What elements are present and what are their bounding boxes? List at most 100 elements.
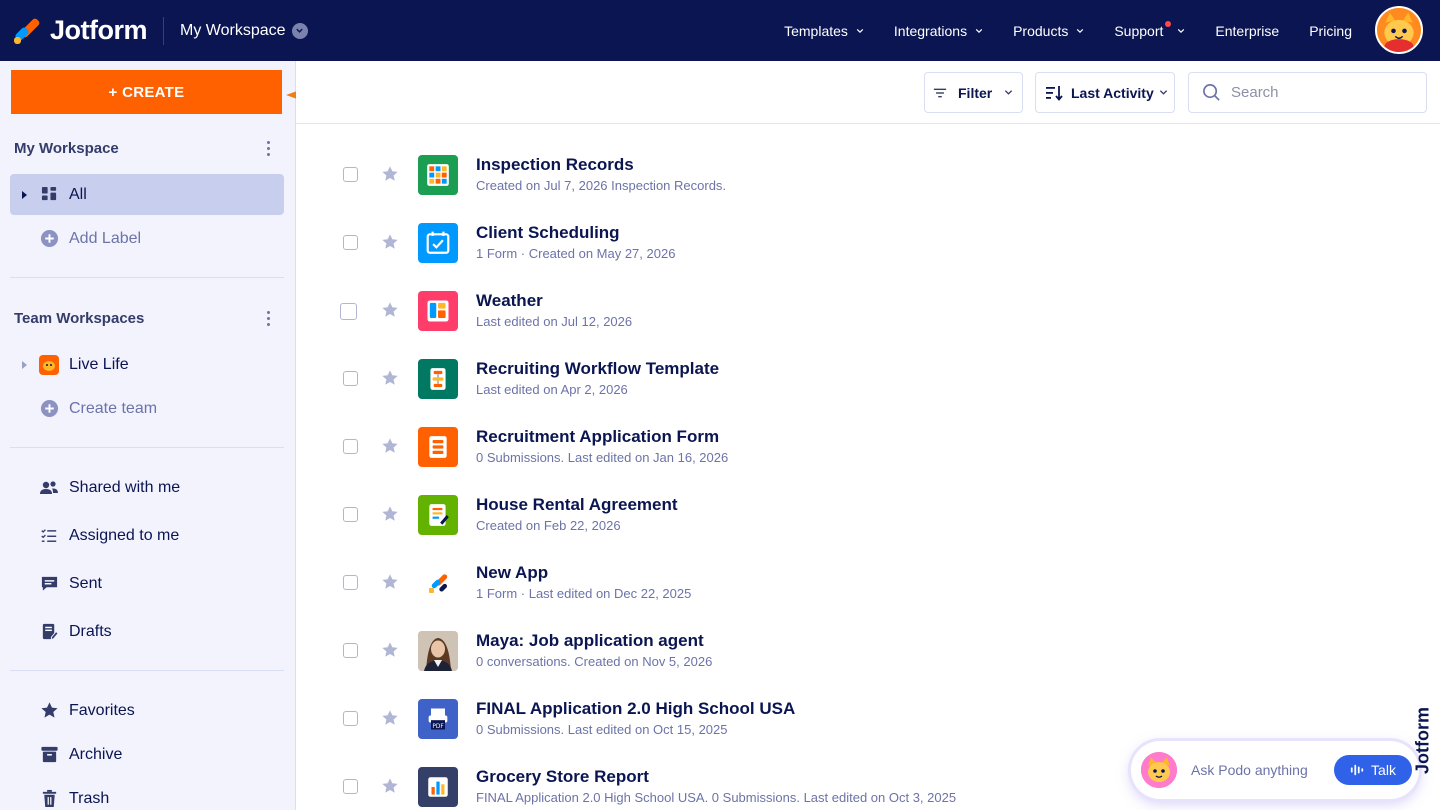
sidebar-item-sent[interactable]: Sent: [10, 563, 284, 604]
item-subtitle: 0 Submissions. Last edited on Oct 15, 20…: [476, 722, 728, 737]
sidebar-item-team-live-life[interactable]: Live Life: [10, 344, 284, 385]
sidebar-item-archive[interactable]: Archive: [10, 734, 284, 775]
list-item[interactable]: Recruitment Application Form 0 Submissio…: [296, 414, 1440, 482]
sidebar-item-all[interactable]: All: [10, 174, 284, 215]
item-title[interactable]: New App: [476, 563, 548, 583]
select-checkbox[interactable]: [343, 643, 358, 658]
caret-right-icon[interactable]: [22, 190, 27, 199]
nav-links: Templates Integrations Products Support …: [754, 0, 1352, 61]
team-workspaces-heading: Team Workspaces: [14, 310, 145, 327]
item-title[interactable]: Maya: Job application agent: [476, 631, 704, 651]
list-item[interactable]: Maya: Job application agent 0 conversati…: [296, 618, 1440, 686]
agent-avatar-icon: [418, 631, 458, 671]
sidebar-item-shared-with-me[interactable]: Shared with me: [10, 467, 284, 508]
talk-button[interactable]: Talk: [1334, 755, 1412, 785]
sidebar-item-drafts[interactable]: Drafts: [10, 611, 284, 652]
app-icon: [418, 291, 458, 331]
podo-prompt[interactable]: Ask Podo anything: [1191, 762, 1308, 778]
team-avatar-icon: [39, 354, 59, 375]
star-icon[interactable]: [381, 641, 399, 659]
filter-button[interactable]: Filter: [924, 72, 1023, 113]
user-avatar[interactable]: [1375, 6, 1423, 54]
item-title[interactable]: Recruitment Application Form: [476, 427, 719, 447]
chevron-down-icon: [1077, 28, 1084, 33]
select-checkbox[interactable]: [343, 167, 358, 182]
item-title[interactable]: Client Scheduling: [476, 223, 620, 243]
item-title[interactable]: Inspection Records: [476, 155, 634, 175]
list-item[interactable]: Weather Last edited on Jul 12, 2026: [296, 278, 1440, 346]
nav-products[interactable]: Products: [1013, 23, 1084, 39]
item-subtitle: 1 Form · Last edited on Dec 22, 2025: [476, 586, 692, 601]
talk-label: Talk: [1371, 762, 1396, 778]
star-icon[interactable]: [381, 709, 399, 727]
nav-integrations[interactable]: Integrations: [894, 23, 983, 39]
podo-assistant-bar[interactable]: Ask Podo anything Talk: [1131, 741, 1419, 799]
my-workspace-heading: My Workspace: [14, 140, 119, 157]
nav-pricing[interactable]: Pricing: [1309, 23, 1352, 39]
item-title[interactable]: House Rental Agreement: [476, 495, 678, 515]
jotform-logo-icon: [418, 563, 458, 603]
list-item[interactable]: New App 1 Form · Last edited on Dec 22, …: [296, 550, 1440, 618]
sidebar-item-favorites[interactable]: Favorites: [10, 690, 284, 731]
side-brand-tab[interactable]: Jotform: [1411, 690, 1435, 800]
list-item[interactable]: House Rental Agreement Created on Feb 22…: [296, 482, 1440, 550]
nav-support[interactable]: Support: [1114, 20, 1185, 39]
nav-templates[interactable]: Templates: [784, 23, 864, 39]
select-checkbox[interactable]: [343, 575, 358, 590]
select-checkbox[interactable]: [343, 371, 358, 386]
sidebar-item-label: Assigned to me: [69, 526, 180, 544]
nav-link-label: Templates: [784, 22, 848, 39]
sidebar-item-assigned-to-me[interactable]: Assigned to me: [10, 515, 284, 556]
nav-link-label: Enterprise: [1215, 22, 1280, 39]
more-options-icon[interactable]: [267, 311, 271, 327]
sidebar-item-label: Create team: [69, 399, 158, 417]
caret-right-icon[interactable]: [22, 360, 27, 369]
select-checkbox[interactable]: [343, 439, 358, 454]
star-icon[interactable]: [381, 777, 399, 795]
select-checkbox[interactable]: [343, 711, 358, 726]
add-label-button[interactable]: Add Label: [10, 218, 284, 259]
trash-icon: [39, 789, 59, 809]
list-toolbar: Filter Last Activity: [296, 61, 1440, 124]
list-item[interactable]: Inspection Records Created on Jul 7, 202…: [296, 142, 1440, 210]
select-checkbox[interactable]: [340, 303, 357, 320]
chevron-down-icon: [291, 22, 308, 39]
star-icon[interactable]: [381, 301, 399, 319]
more-options-icon[interactable]: [267, 141, 271, 157]
item-subtitle: 1 Form · Created on May 27, 2026: [476, 246, 676, 261]
star-icon[interactable]: [381, 369, 399, 387]
select-checkbox[interactable]: [343, 235, 358, 250]
search-box[interactable]: [1188, 72, 1427, 113]
workspace-switcher[interactable]: My Workspace: [180, 22, 308, 40]
create-button[interactable]: + CREATE: [11, 70, 282, 114]
sidebar-item-label: Sent: [69, 574, 102, 592]
sidebar-item-trash[interactable]: Trash: [10, 778, 284, 810]
jotform-logo-icon: [12, 16, 42, 45]
nav-link-label: Support: [1114, 22, 1164, 39]
create-team-button[interactable]: Create team: [10, 388, 284, 429]
star-icon[interactable]: [381, 437, 399, 455]
select-checkbox[interactable]: [343, 779, 358, 794]
item-title[interactable]: Recruiting Workflow Template: [476, 359, 719, 379]
select-checkbox[interactable]: [343, 507, 358, 522]
item-title[interactable]: Grocery Store Report: [476, 767, 649, 787]
jotform-logo[interactable]: Jotform: [12, 0, 148, 61]
search-input[interactable]: [1231, 84, 1411, 101]
star-icon[interactable]: [381, 505, 399, 523]
star-icon[interactable]: [381, 573, 399, 591]
star-icon: [39, 701, 59, 721]
item-title[interactable]: Weather: [476, 291, 543, 311]
star-icon[interactable]: [381, 233, 399, 251]
checklist-icon: [39, 526, 59, 546]
star-icon[interactable]: [381, 165, 399, 183]
item-subtitle: Last edited on Jul 12, 2026: [476, 314, 633, 329]
nav-enterprise[interactable]: Enterprise: [1215, 23, 1279, 39]
users-icon: [39, 478, 59, 498]
sidebar-item-label: All: [69, 185, 87, 203]
nav-link-label: Integrations: [893, 22, 968, 39]
list-item[interactable]: Client Scheduling 1 Form · Created on Ma…: [296, 210, 1440, 278]
calendar-icon: [418, 223, 458, 263]
item-title[interactable]: FINAL Application 2.0 High School USA: [476, 699, 795, 719]
sort-button[interactable]: Last Activity: [1035, 72, 1175, 113]
list-item[interactable]: Recruiting Workflow Template Last edited…: [296, 346, 1440, 414]
